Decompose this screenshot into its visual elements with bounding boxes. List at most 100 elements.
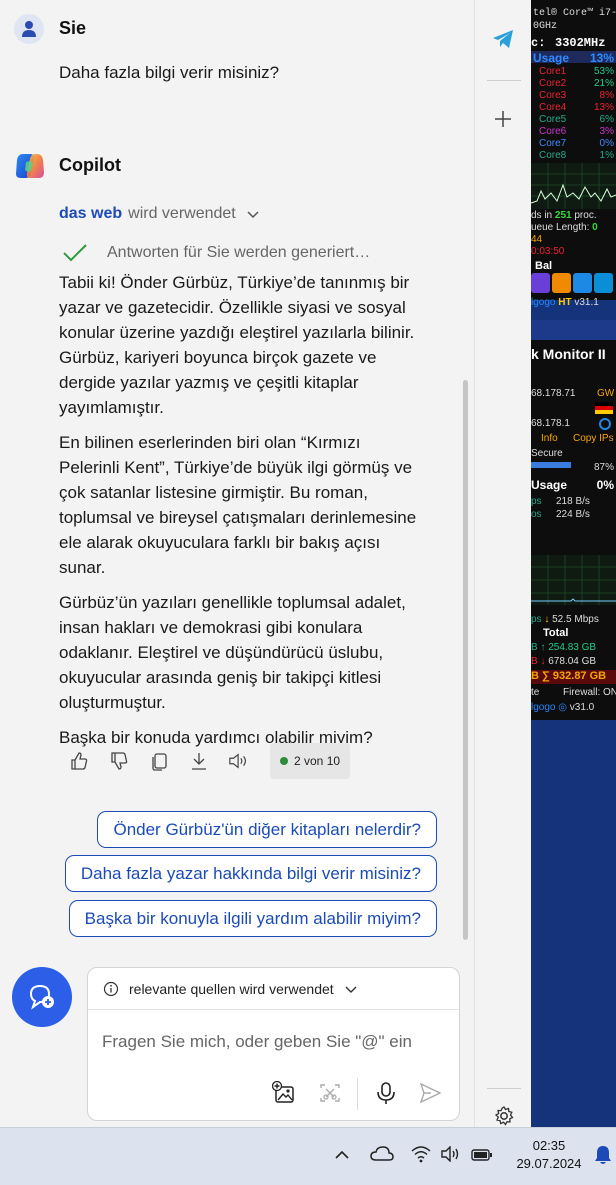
copilot-logo-icon	[14, 150, 46, 182]
copilot-answer: Tabii ki! Önder Gürbüz, Türkiye’de tanın…	[59, 270, 419, 760]
add-image-icon[interactable]	[271, 1080, 296, 1110]
copy-icon[interactable]	[148, 750, 170, 772]
read-aloud-icon[interactable]	[228, 750, 250, 772]
wifi-icon[interactable]	[410, 1145, 432, 1168]
core-row: Core3 8%	[531, 90, 616, 102]
download-icon[interactable]	[188, 750, 210, 772]
chevron-down-icon	[345, 986, 357, 993]
total-label: Total	[543, 627, 569, 639]
battery-icon[interactable]	[471, 1148, 493, 1167]
rate-down: os 224 B/s	[531, 509, 590, 520]
total-up-value: 254.83 GB	[548, 642, 597, 653]
source-selector-label: relevante quellen wird verwendet	[129, 980, 334, 997]
speed-line: ps ↓ 52.5 Mbps	[531, 614, 599, 625]
suggestion-chip-label: Başka bir konuyla ilgili yardım alabilir…	[84, 908, 421, 928]
version: v31.1	[574, 297, 599, 308]
core-name: Core6	[539, 126, 567, 137]
web-source-label: das web	[59, 205, 123, 222]
core-row: Core6 3%	[531, 126, 616, 138]
answer-paragraph: Tabii ki! Önder Gürbüz, Türkiye’de tanın…	[59, 273, 415, 417]
ip-address-2: 68.178.1	[531, 418, 570, 429]
message-input[interactable]: Fragen Sie mich, oder geben Sie "@" ein	[102, 1032, 412, 1052]
core-value: 13%	[593, 102, 614, 113]
brand-name: lgogo	[531, 297, 556, 308]
queue-value: 0	[592, 222, 598, 233]
answer-paragraph: Gürbüz’ün yazıları genellikle toplumsal …	[59, 593, 406, 712]
firewall-status: Firewall: ON	[563, 687, 616, 698]
cpu-usage-value: 13%	[589, 51, 614, 65]
desktop-gadgets: tel® Core™ i7- 0GHz c: 3302MHz Usage 13%…	[531, 0, 616, 1127]
response-counter-text: 2 von 10	[294, 754, 341, 768]
rate-up: ps 218 B/s	[531, 496, 590, 507]
net-usage-label: Usage	[531, 478, 568, 492]
cpu-name: tel® Core™ i7-	[533, 8, 616, 19]
logout-icon[interactable]	[573, 273, 592, 293]
core-row: Core7 0%	[531, 138, 616, 150]
notification-bell-icon[interactable]	[594, 1144, 612, 1171]
add-icon[interactable]	[493, 109, 513, 134]
copy-ips-link[interactable]: Copy IPs	[573, 433, 614, 444]
suggestion-chip[interactable]: Başka bir konuyla ilgili yardım alabilir…	[68, 900, 437, 937]
chat-scrollbar[interactable]	[463, 380, 468, 940]
network-graph	[531, 555, 616, 605]
rate-prefix: os	[531, 509, 542, 520]
core-name: Core2	[539, 78, 567, 89]
core-name: Core4	[539, 102, 567, 113]
total-sum-value: 932.87 GB	[552, 670, 607, 682]
firewall-line: te Firewall: ON	[531, 687, 616, 698]
suggestion-chip[interactable]: Önder Gürbüz'ün diğer kitapları nelerdir…	[97, 811, 437, 848]
rate-value: 224 B/s	[556, 509, 590, 520]
info-icon	[103, 981, 119, 996]
brand-line-1: lgogo HT v31.1	[531, 297, 599, 308]
gadget-button[interactable]	[531, 273, 550, 293]
network-gadget: k Monitor II 68.178.71 GW 68.178.1 Info …	[531, 340, 616, 720]
thumbs-down-icon[interactable]	[108, 750, 130, 772]
flag-icon	[595, 402, 613, 414]
clock-time: 02:35	[532, 1138, 566, 1153]
core-name: Core3	[539, 90, 567, 101]
signal-bar	[531, 462, 571, 468]
power-icon[interactable]	[552, 273, 571, 293]
toolbar-divider	[357, 1078, 358, 1110]
web-source-toggle[interactable]: das web wird verwendet	[59, 205, 260, 223]
web-source-suffix: wird verwendet	[128, 205, 236, 222]
source-selector[interactable]: relevante quellen wird verwendet	[88, 968, 459, 1010]
microphone-icon[interactable]	[375, 1081, 397, 1110]
core-name: Core7	[539, 138, 567, 149]
speed-value: 52.5 Mbps	[552, 614, 599, 625]
send-icon[interactable]	[418, 1081, 442, 1110]
info-link[interactable]: Info	[541, 433, 558, 444]
new-topic-button[interactable]	[12, 967, 72, 1027]
compose-toolbar	[88, 1076, 459, 1110]
suggestion-chip-label: Daha fazla yazar hakkında bilgi verir mi…	[80, 863, 421, 883]
clock[interactable]: 02:35 29.07.2024	[510, 1137, 588, 1173]
rate-prefix: ps	[531, 496, 542, 507]
status-dot	[280, 757, 288, 765]
copilot-chat-pane: Sie Daha fazla bilgi verir misiniz? Copi…	[0, 0, 474, 1127]
core-row: Core8 1%	[531, 150, 616, 162]
line-44: 44	[531, 234, 543, 245]
volume-icon[interactable]	[440, 1145, 462, 1167]
thumbs-up-icon[interactable]	[68, 750, 90, 772]
taskbar: 02:35 29.07.2024	[0, 1127, 616, 1185]
telegram-icon[interactable]	[491, 28, 515, 55]
version-prefix: HT	[558, 297, 572, 308]
copy-ip-icon[interactable]	[599, 418, 611, 430]
bal-label: Bal	[535, 260, 553, 272]
gadget-gap	[531, 320, 616, 340]
generation-status: Antworten für Sie werden generiert…	[59, 242, 370, 264]
chevron-up-icon[interactable]	[334, 1148, 350, 1166]
suggestion-chip[interactable]: Daha fazla yazar hakkında bilgi verir mi…	[64, 855, 437, 892]
restart-icon[interactable]	[594, 273, 613, 293]
total-down: B ↓ 678.04 GB	[531, 656, 597, 667]
threads-suffix: proc.	[574, 210, 597, 221]
onedrive-cloud-icon[interactable]	[370, 1146, 394, 1167]
screenshot-icon[interactable]	[318, 1081, 342, 1110]
message-actions: 2 von 10	[68, 743, 351, 779]
threads-value: 251	[554, 210, 572, 221]
threads-line: ds in 251 proc.	[531, 210, 597, 221]
user-avatar	[14, 14, 44, 44]
core-name: Core8	[539, 150, 567, 161]
threads-prefix: ds in	[531, 210, 553, 221]
version: v31.0	[569, 702, 595, 713]
